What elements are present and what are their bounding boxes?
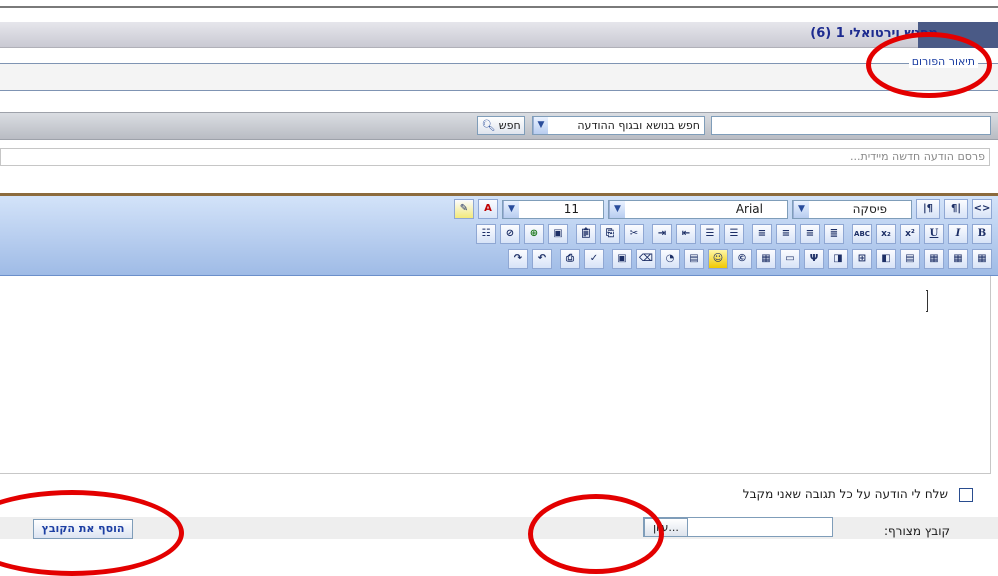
select-all-icon[interactable]: ▣ bbox=[612, 249, 632, 269]
font-size-select[interactable]: 11 ▼ bbox=[502, 200, 604, 219]
align-left-icon[interactable]: ≡ bbox=[752, 224, 772, 244]
align-right-icon[interactable]: ≡ bbox=[800, 224, 820, 244]
chevron-down-icon: ▼ bbox=[503, 201, 519, 218]
font-family-select[interactable]: Arial ▼ bbox=[608, 200, 788, 219]
unordered-list-icon[interactable]: ☰ bbox=[700, 224, 720, 244]
bold-icon[interactable]: B bbox=[972, 224, 992, 244]
insert-column-after-icon[interactable]: ◨ bbox=[828, 249, 848, 269]
chevron-down-icon: ▼ bbox=[793, 201, 809, 218]
list-style-icon[interactable]: ☷ bbox=[476, 224, 496, 244]
align-center-icon[interactable]: ≡ bbox=[776, 224, 796, 244]
insert-column-before-icon[interactable]: ◧ bbox=[876, 249, 896, 269]
paragraph-format-select[interactable]: פיסקה ▼ bbox=[792, 200, 912, 219]
message-editor[interactable] bbox=[0, 276, 991, 474]
subscript-icon[interactable]: x₂ bbox=[876, 224, 896, 244]
spellcheck-check-icon[interactable]: ✓ bbox=[584, 249, 604, 269]
copyright-icon[interactable]: © bbox=[732, 249, 752, 269]
search-icon: 🔍︎ bbox=[481, 119, 496, 132]
toolbar-row-2: B I U x² x₂ ABC ≣ ≡ ≡ ≡ ☰ ☰ ⇤ ⇥ ✂ ⎘ 📋︎ ▣… bbox=[0, 224, 998, 248]
forum-description-box bbox=[0, 63, 998, 91]
spellcheck-icon[interactable]: ABC bbox=[852, 224, 872, 244]
font-size-selected: 11 bbox=[563, 202, 579, 216]
date-icon[interactable]: ▤ bbox=[684, 249, 704, 269]
eraser-icon[interactable]: ⌫ bbox=[636, 249, 656, 269]
source-code-button[interactable]: <> bbox=[972, 199, 992, 219]
search-button[interactable]: חפש 🔍︎ bbox=[477, 116, 525, 135]
undo-icon[interactable]: ↶ bbox=[532, 249, 552, 269]
justify-icon[interactable]: ≣ bbox=[824, 224, 844, 244]
quick-post-placeholder: פרסם הודעה חדשה מיידית... bbox=[849, 150, 985, 163]
search-button-label: חפש bbox=[498, 119, 521, 132]
text-color-icon[interactable]: A bbox=[478, 199, 498, 219]
search-scope-select[interactable]: חפש בנושא ובגוף ההודעה ▼ bbox=[532, 116, 705, 135]
quick-post-field[interactable]: פרסם הודעה חדשה מיידית... bbox=[0, 148, 990, 166]
image-icon[interactable]: ▣ bbox=[548, 224, 568, 244]
toolbar-row-3: ▦ ▦ ▦ ▤ ◧ ⊞ ◨ Ψ ▭ ▦ © ☺ ▤ ◔ ⌫ ▣ ✓ ⎙ ↶ ↷ bbox=[0, 249, 998, 273]
outdent-icon[interactable]: ⇤ bbox=[676, 224, 696, 244]
highlight-icon[interactable]: ✎ bbox=[454, 199, 474, 219]
top-divider bbox=[0, 6, 998, 8]
row-properties-icon[interactable]: ▦ bbox=[948, 249, 968, 269]
chevron-down-icon: ▼ bbox=[609, 201, 625, 218]
annotation-circle-title bbox=[866, 32, 992, 98]
merge-cells-icon[interactable]: Ψ bbox=[804, 249, 824, 269]
superscript-icon[interactable]: x² bbox=[900, 224, 920, 244]
text-caret bbox=[926, 290, 928, 312]
annotation-circle-add-file bbox=[0, 490, 184, 576]
insert-row-icon[interactable]: ▤ bbox=[900, 249, 920, 269]
table-icon[interactable]: ▦ bbox=[756, 249, 776, 269]
paste-icon[interactable]: 📋︎ bbox=[576, 224, 596, 244]
ltr-direction-button[interactable]: ¶| bbox=[944, 199, 968, 219]
cut-icon[interactable]: ✂ bbox=[624, 224, 644, 244]
annotation-circle-browse bbox=[528, 494, 664, 574]
ordered-list-icon[interactable]: ☰ bbox=[724, 224, 744, 244]
search-input[interactable] bbox=[711, 116, 991, 135]
search-scope-selected: חפש בנושא ובגוף ההודעה bbox=[577, 119, 700, 132]
smiley-icon[interactable]: ☺ bbox=[708, 249, 728, 269]
table-properties-icon[interactable]: ▦ bbox=[972, 249, 992, 269]
paragraph-format-selected: פיסקה bbox=[852, 202, 887, 216]
unlink-icon[interactable]: ⊘ bbox=[500, 224, 520, 244]
rtl-direction-button[interactable]: |¶ bbox=[916, 199, 940, 219]
forum-title-bar: מפגש וירטואלי 1 (6) bbox=[0, 22, 998, 48]
cell-properties-icon[interactable]: ▦ bbox=[924, 249, 944, 269]
underline-icon[interactable]: U bbox=[924, 224, 944, 244]
redo-icon[interactable]: ↷ bbox=[508, 249, 528, 269]
chevron-down-icon: ▼ bbox=[533, 117, 548, 134]
notify-replies-label: שלח לי הודעה על כל תגובה שאני מקבל bbox=[742, 487, 948, 501]
notify-replies-checkbox[interactable] bbox=[959, 488, 973, 502]
indent-icon[interactable]: ⇥ bbox=[652, 224, 672, 244]
print-icon[interactable]: ⎙ bbox=[560, 249, 580, 269]
font-family-selected: Arial bbox=[735, 202, 763, 216]
time-icon[interactable]: ◔ bbox=[660, 249, 680, 269]
editor-toolbar: <> ¶| |¶ פיסקה ▼ Arial ▼ 11 ▼ A ✎ B I U … bbox=[0, 196, 998, 276]
copy-icon[interactable]: ⎘ bbox=[600, 224, 620, 244]
split-cell-icon[interactable]: ⊞ bbox=[852, 249, 872, 269]
layer-icon[interactable]: ▭ bbox=[780, 249, 800, 269]
toolbar-row-1: <> ¶| |¶ פיסקה ▼ Arial ▼ 11 ▼ A ✎ bbox=[0, 199, 998, 223]
link-icon[interactable]: ⊕ bbox=[524, 224, 544, 244]
italic-icon[interactable]: I bbox=[948, 224, 968, 244]
attachment-label: קובץ מצורף: bbox=[883, 524, 950, 538]
